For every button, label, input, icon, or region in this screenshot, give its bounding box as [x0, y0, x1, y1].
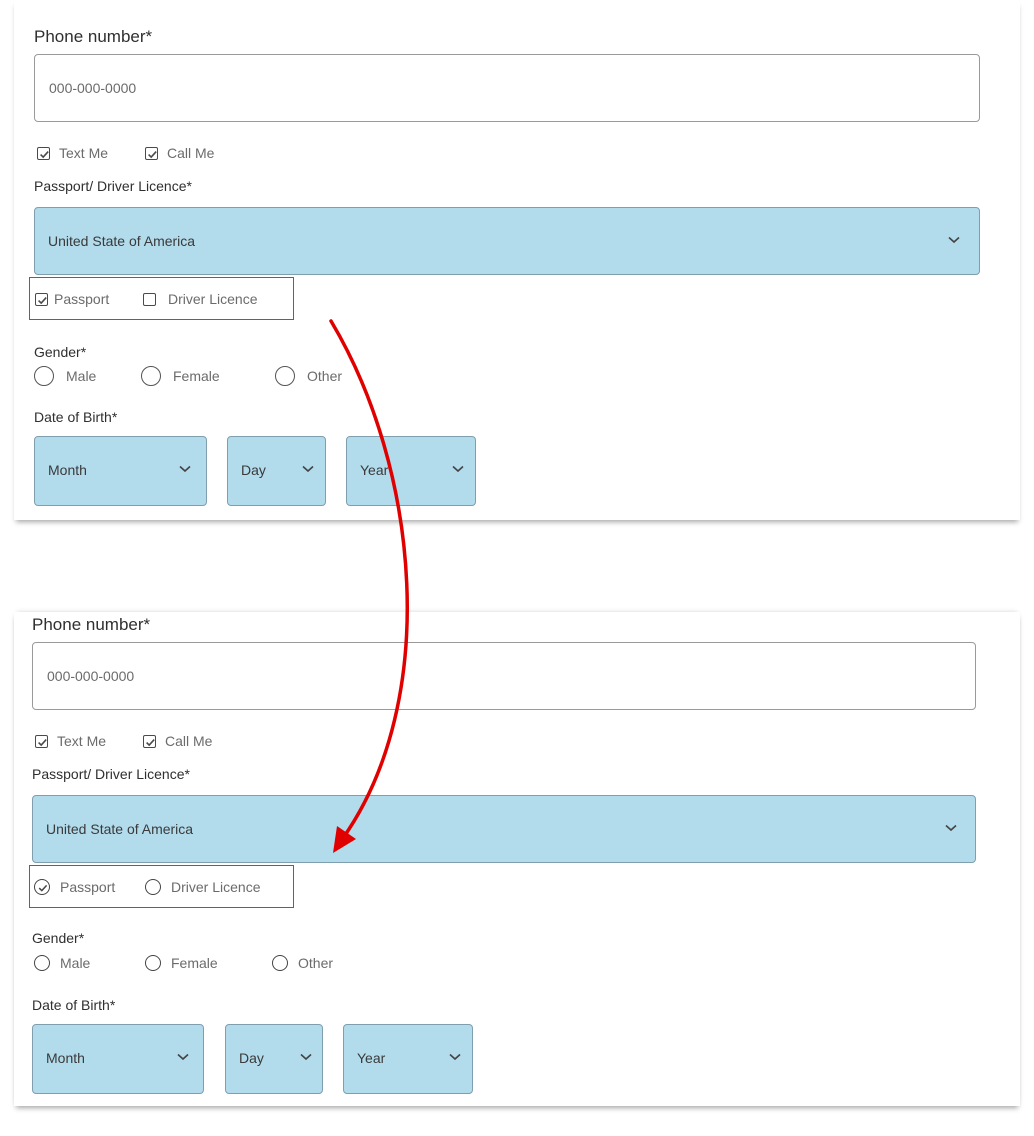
checkbox-checked-icon: [145, 146, 158, 160]
radio-empty-icon: [34, 955, 50, 971]
call-me-checkbox[interactable]: Call Me: [145, 145, 214, 161]
driver-licence-radio[interactable]: Driver Licence: [145, 879, 260, 895]
gender-male-radio[interactable]: Male: [34, 955, 90, 971]
form-panel-after: Phone number* 000-000-0000 Text Me Call …: [14, 612, 1020, 1106]
passport-radio[interactable]: Passport: [34, 879, 115, 895]
country-value: United State of America: [46, 821, 194, 837]
chevron-down-icon: [177, 1053, 189, 1061]
radio-empty-icon: [145, 955, 161, 971]
gender-female-radio[interactable]: Female: [141, 366, 220, 386]
radio-empty-icon: [34, 366, 54, 386]
chevron-down-icon: [302, 465, 314, 473]
passport-label: Passport: [60, 879, 116, 895]
radio-checked-icon: [34, 879, 50, 895]
checkbox-checked-icon: [37, 146, 50, 160]
text-me-checkbox[interactable]: Text Me: [37, 145, 108, 161]
other-label: Other: [298, 955, 334, 971]
male-label: Male: [66, 368, 97, 384]
day-select[interactable]: Day: [227, 436, 326, 506]
radio-empty-icon: [145, 879, 161, 895]
call-me-label: Call Me: [167, 145, 215, 161]
chevron-down-icon: [179, 465, 191, 473]
call-me-label: Call Me: [165, 733, 213, 749]
male-label: Male: [60, 955, 91, 971]
radio-empty-icon: [141, 366, 161, 386]
checkbox-checked-icon: [35, 734, 48, 748]
checkbox-checked-icon: [143, 734, 156, 748]
chevron-down-icon: [452, 465, 464, 473]
chevron-down-icon: [945, 824, 957, 832]
chevron-down-icon: [449, 1053, 461, 1061]
gender-other-radio[interactable]: Other: [272, 955, 333, 971]
form-panel-before: Phone number* 000-000-0000 Text Me Call …: [14, 0, 1020, 520]
id-label: Passport/ Driver Licence*: [34, 178, 192, 194]
month-select[interactable]: Month: [32, 1024, 204, 1094]
checkbox-checked-icon: [35, 292, 48, 306]
year-select[interactable]: Year: [343, 1024, 473, 1094]
other-label: Other: [307, 368, 343, 384]
day-value: Day: [239, 1050, 264, 1066]
phone-placeholder: 000-000-0000: [47, 668, 135, 684]
text-me-label: Text Me: [59, 145, 109, 161]
month-value: Month: [46, 1050, 85, 1066]
gender-male-radio[interactable]: Male: [34, 366, 96, 386]
id-label: Passport/ Driver Licence*: [32, 766, 190, 782]
country-select[interactable]: United State of America: [32, 795, 976, 863]
dob-label: Date of Birth*: [34, 409, 118, 425]
month-select[interactable]: Month: [34, 436, 207, 506]
phone-input[interactable]: 000-000-0000: [32, 642, 976, 710]
country-value: United State of America: [48, 233, 196, 249]
day-select[interactable]: Day: [225, 1024, 323, 1094]
call-me-checkbox[interactable]: Call Me: [143, 733, 212, 749]
year-select[interactable]: Year: [346, 436, 476, 506]
female-label: Female: [173, 368, 220, 384]
checkbox-empty-icon: [143, 292, 156, 306]
phone-input[interactable]: 000-000-0000: [34, 54, 980, 122]
radio-empty-icon: [272, 955, 288, 971]
gender-other-radio[interactable]: Other: [275, 366, 342, 386]
phone-label: Phone number*: [32, 615, 151, 634]
passport-label: Passport: [54, 291, 110, 307]
chevron-down-icon: [300, 1053, 312, 1061]
month-value: Month: [48, 462, 87, 478]
gender-female-radio[interactable]: Female: [145, 955, 218, 971]
day-value: Day: [241, 462, 266, 478]
gender-label: Gender*: [34, 344, 87, 360]
female-label: Female: [171, 955, 218, 971]
year-value: Year: [357, 1050, 386, 1066]
radio-empty-icon: [275, 366, 295, 386]
gender-label: Gender*: [32, 930, 85, 946]
driver-licence-label: Driver Licence: [171, 879, 261, 895]
passport-checkbox[interactable]: Passport: [35, 291, 109, 307]
driver-licence-label: Driver Licence: [168, 291, 258, 307]
year-value: Year: [360, 462, 389, 478]
phone-label: Phone number*: [34, 27, 153, 46]
driver-licence-checkbox[interactable]: Driver Licence: [143, 291, 257, 307]
dob-label: Date of Birth*: [32, 997, 116, 1013]
text-me-checkbox[interactable]: Text Me: [35, 733, 106, 749]
phone-placeholder: 000-000-0000: [49, 80, 137, 96]
country-select[interactable]: United State of America: [34, 207, 980, 275]
text-me-label: Text Me: [57, 733, 107, 749]
chevron-down-icon: [948, 236, 960, 244]
